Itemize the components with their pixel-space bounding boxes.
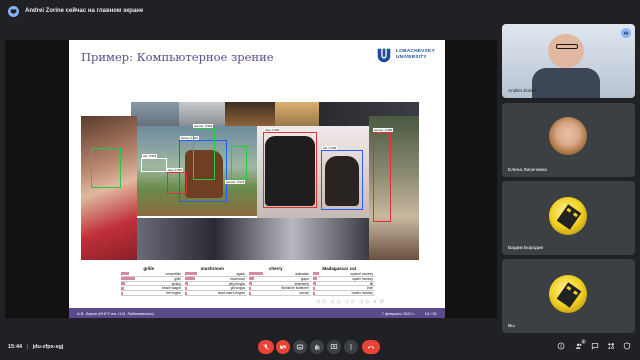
detection-box — [193, 128, 215, 180]
detection-label: cat: 0.999 — [322, 146, 338, 150]
meeting-details-button[interactable] — [556, 341, 566, 351]
avatar — [549, 117, 587, 155]
film-icon — [556, 204, 582, 230]
footer-author: А.В. Зорин (ННГУ им. Н.И. Лобачевского) — [77, 310, 154, 316]
detection-box — [231, 146, 247, 180]
detection-label: person: 0.980 — [373, 128, 394, 132]
slide: Пример: Компьютерное зрение LOBACHEVSKY … — [69, 40, 445, 318]
detection-label: person: 0.993 — [193, 124, 214, 128]
participant-name: Вы — [508, 324, 515, 329]
prediction-column: agaric mushroom jelly fungus gill fungus… — [185, 272, 247, 296]
clock-time: 15:44 — [8, 344, 23, 350]
participant-tile[interactable]: Елена Лисичкина — [502, 103, 635, 177]
detection-box — [263, 132, 317, 208]
detection-box — [321, 150, 363, 210]
presentation-stage[interactable]: Пример: Компьютерное зрение LOBACHEVSKY … — [5, 40, 497, 318]
detection-label: dog: 0.997 — [167, 168, 184, 172]
detection-label: dog: 0.994 — [264, 128, 281, 132]
prediction-column: dalmatian grape elderberry ffordshire bu… — [249, 272, 311, 296]
present-icon — [330, 344, 338, 349]
activities-icon — [608, 343, 615, 350]
class-label: grille — [143, 266, 155, 271]
photo-strip-bottom — [137, 218, 369, 260]
detection-box — [373, 132, 391, 222]
detection-box — [91, 148, 121, 188]
participant-name: Andrei Zorine — [508, 89, 537, 94]
slide-footer: А.В. Зорин (ННГУ им. Н.И. Лобачевского) … — [69, 308, 445, 318]
detection-label: car: 0.918 — [142, 154, 158, 158]
presenting-icon — [8, 5, 19, 17]
people-button[interactable]: 4 — [574, 339, 586, 351]
camera-off-button[interactable] — [276, 340, 290, 354]
mic-off-icon — [263, 344, 269, 350]
mic-off-button[interactable] — [258, 340, 274, 354]
participant-name: Вадим Бородин — [508, 246, 544, 251]
avatar — [549, 275, 587, 313]
prediction-row: currant — [249, 291, 311, 296]
prediction-row: dead-man's-fingers — [185, 291, 247, 296]
detection-collage: car: 0.918 horse: 0.993 person: 0.993 do… — [81, 102, 419, 260]
chat-button[interactable] — [590, 341, 600, 351]
presenter-body — [532, 68, 600, 98]
participant-tile[interactable]: Вадим Бородин — [502, 181, 635, 255]
prediction-column: convertible grille pickup beach wagon fi… — [121, 272, 183, 296]
camera-off-icon — [279, 343, 287, 351]
film-icon — [556, 282, 582, 308]
prediction-table: convertible grille pickup beach wagon fi… — [121, 272, 375, 296]
info-icon — [557, 342, 565, 350]
host-controls-button[interactable] — [622, 341, 632, 351]
participant-tile-self[interactable]: Вы — [502, 259, 635, 333]
detection-box — [141, 158, 167, 172]
more-vert-icon — [350, 344, 352, 350]
raise-hand-button[interactable] — [310, 340, 324, 354]
prediction-row: howler monkey — [313, 291, 375, 296]
speaking-indicator-icon — [621, 28, 631, 38]
hand-icon — [315, 344, 320, 350]
presenter-face — [548, 34, 584, 68]
people-count-badge: 4 — [581, 339, 586, 344]
leave-call-button[interactable] — [362, 340, 380, 354]
meeting-code: jdu-zfpx-sgj — [32, 344, 64, 350]
shield-icon — [623, 342, 631, 350]
hangup-icon — [367, 346, 375, 349]
class-label: mushroom — [200, 266, 224, 271]
glasses-shape — [556, 44, 578, 49]
class-labels: grille mushroom cherry Madagascar cat — [117, 266, 371, 271]
photo-woman — [81, 116, 137, 260]
captions-icon — [296, 344, 304, 350]
meeting-controls-bar: 15:44 | jdu-zfpx-sgj 4 — [0, 334, 640, 360]
beamer-nav-icons[interactable]: ◁ ▷ ◁ ▷ ◁ ▷ ◁ ▷ ≡ ↺ — [316, 299, 385, 305]
class-label: cherry — [268, 266, 283, 271]
participant-tile-presenter[interactable]: Andrei Zorine — [502, 24, 635, 98]
meeting-info: 15:44 | jdu-zfpx-sgj — [8, 344, 64, 350]
present-button[interactable] — [327, 340, 341, 354]
slide-title: Пример: Компьютерное зрение — [81, 50, 274, 64]
footer-page: 13 / 51 — [424, 310, 437, 316]
logo-line2: UNIVERSITY — [396, 55, 427, 60]
university-logo: LOBACHEVSKY UNIVERSITY — [375, 46, 435, 64]
detection-label: person: 0.979 — [225, 180, 246, 184]
prediction-row: fire engine — [121, 291, 183, 296]
activities-button[interactable] — [606, 341, 616, 351]
footer-date: 7 февраля 2022 г. — [381, 310, 415, 316]
chat-icon — [591, 343, 599, 350]
participant-name: Елена Лисичкина — [508, 168, 547, 173]
class-label: Madagascar cat — [322, 266, 357, 271]
captions-button[interactable] — [293, 340, 307, 354]
avatar — [549, 197, 587, 235]
presenting-notice: Andrei Zorine сейчас на главном экране — [25, 8, 144, 14]
presenting-banner: Andrei Zorine сейчас на главном экране — [0, 0, 640, 22]
prediction-column: squirrel monkey spider monkey titi indri… — [313, 272, 375, 296]
more-options-button[interactable] — [344, 340, 358, 354]
unn-logo-icon — [377, 48, 391, 63]
detection-box — [167, 172, 187, 194]
